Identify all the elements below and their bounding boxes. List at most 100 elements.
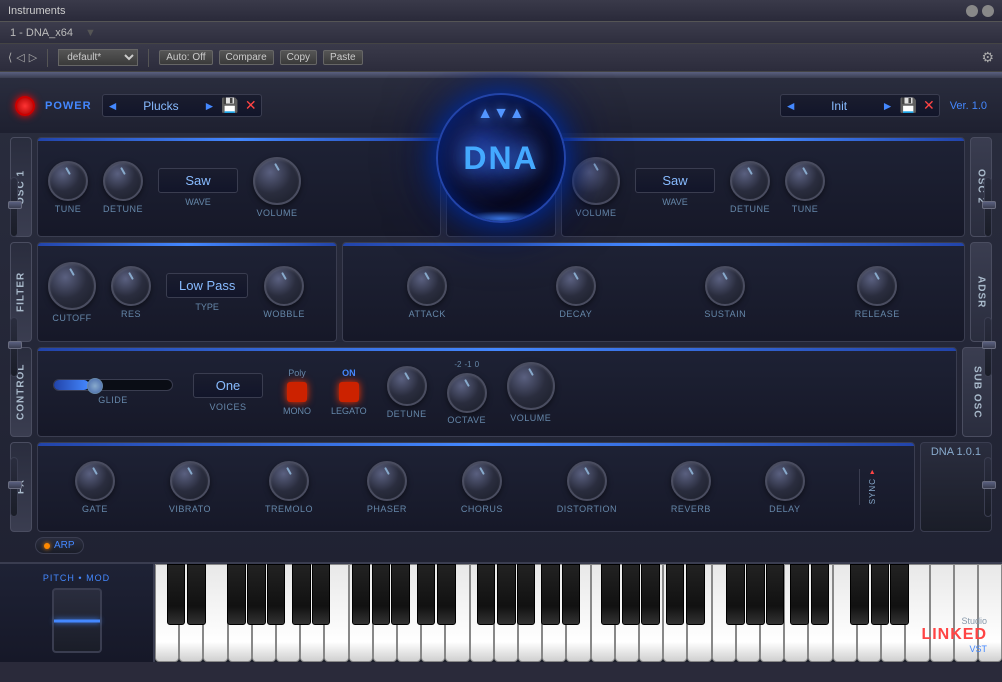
key-cs5[interactable]	[666, 564, 685, 625]
adsr-sustain-knob[interactable]	[705, 266, 745, 306]
key-fs2[interactable]	[352, 564, 371, 625]
control-detune-knob[interactable]	[387, 366, 427, 406]
key-as[interactable]	[267, 564, 286, 625]
key-gs[interactable]	[247, 564, 266, 625]
octave-knob[interactable]	[447, 373, 487, 413]
instance-label[interactable]: 1 - DNA_x64	[6, 27, 77, 39]
key-fs6[interactable]	[850, 564, 869, 625]
toolbar-icon2[interactable]: ◁	[16, 51, 24, 64]
osc1-wave-selector[interactable]: Saw	[158, 168, 238, 193]
key-as2[interactable]	[391, 564, 410, 625]
right-slider-3-thumb[interactable]	[982, 481, 996, 489]
adsr-attack-knob[interactable]	[407, 266, 447, 306]
minimize-button[interactable]	[966, 5, 978, 17]
fx-delay-knob[interactable]	[765, 461, 805, 501]
preset2-close-icon[interactable]: ✕	[923, 97, 935, 114]
osc1-tune-knob[interactable]	[48, 161, 88, 201]
osc2-volume-knob[interactable]	[572, 157, 620, 205]
key-ds[interactable]	[187, 564, 206, 625]
glide-slider[interactable]	[53, 379, 173, 391]
left-slider-3[interactable]	[10, 457, 18, 517]
legato-led[interactable]	[339, 382, 359, 402]
right-slider-3[interactable]	[984, 457, 992, 517]
adsr-decay-knob[interactable]	[556, 266, 596, 306]
preset1-prev-button[interactable]: ◄	[107, 99, 119, 113]
preset1-save-icon[interactable]: 💾	[221, 97, 238, 114]
key-cs2[interactable]	[292, 564, 311, 625]
toolbar-icon1[interactable]: ⟨	[8, 51, 12, 64]
right-slider-2-thumb[interactable]	[982, 341, 996, 349]
key-e[interactable]	[203, 564, 227, 662]
filter-cutoff-knob[interactable]	[48, 262, 96, 310]
glide-container: GLIDE	[53, 379, 173, 405]
key-fs5[interactable]	[726, 564, 745, 625]
osc2-tune-knob[interactable]	[785, 161, 825, 201]
preset2-prev-button[interactable]: ◄	[785, 99, 797, 113]
key-gs4[interactable]	[622, 564, 641, 625]
fx-tremolo-knob[interactable]	[269, 461, 309, 501]
key-gs2[interactable]	[372, 564, 391, 625]
key-cs4[interactable]	[541, 564, 560, 625]
osc1-volume-knob[interactable]	[253, 157, 301, 205]
key-as3[interactable]	[517, 564, 536, 625]
auto-off-button[interactable]: Auto: Off	[159, 50, 212, 65]
copy-button[interactable]: Copy	[280, 50, 317, 65]
preset2-save-icon[interactable]: 💾	[900, 97, 917, 114]
key-ds6[interactable]	[811, 564, 830, 625]
fx-distortion-knob[interactable]	[567, 461, 607, 501]
preset-dropdown[interactable]: default*	[58, 49, 138, 66]
key-gs5[interactable]	[746, 564, 765, 625]
toolbar-icon3[interactable]: ▷	[29, 51, 37, 64]
arp-button[interactable]: ARP	[35, 537, 84, 554]
right-slider-2[interactable]	[984, 317, 992, 377]
key-ds5[interactable]	[686, 564, 705, 625]
right-slider-1[interactable]	[984, 177, 992, 237]
fx-gate-knob[interactable]	[75, 461, 115, 501]
compare-button[interactable]: Compare	[219, 50, 274, 65]
key-gs3[interactable]	[497, 564, 516, 625]
key-ds3[interactable]	[437, 564, 456, 625]
left-slider-2[interactable]	[10, 317, 18, 377]
maximize-button[interactable]	[982, 5, 994, 17]
osc1-detune-knob[interactable]	[103, 161, 143, 201]
filter-wobble-knob[interactable]	[264, 266, 304, 306]
key-cs6[interactable]	[790, 564, 809, 625]
fx-reverb-knob[interactable]	[671, 461, 711, 501]
key-ds4[interactable]	[562, 564, 581, 625]
left-slider-1-thumb[interactable]	[8, 201, 22, 209]
key-fs3[interactable]	[477, 564, 496, 625]
mono-button-container: Poly Mono	[283, 368, 311, 416]
left-slider-1[interactable]	[10, 177, 18, 237]
filter-res-knob[interactable]	[111, 266, 151, 306]
key-as6[interactable]	[890, 564, 909, 625]
voices-display[interactable]: One	[193, 373, 263, 398]
preset1-next-button[interactable]: ►	[204, 99, 216, 113]
mono-led[interactable]	[287, 382, 307, 402]
key-cs[interactable]	[167, 564, 186, 625]
preset1-close-icon[interactable]: ✕	[245, 97, 257, 114]
settings-icon[interactable]: ⚙	[981, 49, 994, 66]
right-slider-1-thumb[interactable]	[982, 201, 996, 209]
preset2-next-button[interactable]: ►	[882, 99, 894, 113]
key-as4[interactable]	[641, 564, 660, 625]
key-gs6[interactable]	[871, 564, 890, 625]
pitch-wheel[interactable]	[52, 588, 102, 653]
fx-chorus-knob[interactable]	[462, 461, 502, 501]
key-fs4[interactable]	[601, 564, 620, 625]
key-ds2[interactable]	[312, 564, 331, 625]
glide-thumb[interactable]	[87, 378, 103, 394]
left-slider-2-thumb[interactable]	[8, 341, 22, 349]
key-as5[interactable]	[766, 564, 785, 625]
key-fs[interactable]	[227, 564, 246, 625]
osc2-detune-knob[interactable]	[730, 161, 770, 201]
sub-volume-knob[interactable]	[507, 362, 555, 410]
fx-phaser-knob[interactable]	[367, 461, 407, 501]
left-slider-3-thumb[interactable]	[8, 481, 22, 489]
osc2-wave-selector[interactable]: Saw	[635, 168, 715, 193]
fx-vibrato-knob[interactable]	[170, 461, 210, 501]
key-cs3[interactable]	[417, 564, 436, 625]
power-button[interactable]	[15, 96, 35, 116]
adsr-release-knob[interactable]	[857, 266, 897, 306]
filter-type-selector[interactable]: Low Pass	[166, 273, 248, 298]
paste-button[interactable]: Paste	[323, 50, 363, 65]
